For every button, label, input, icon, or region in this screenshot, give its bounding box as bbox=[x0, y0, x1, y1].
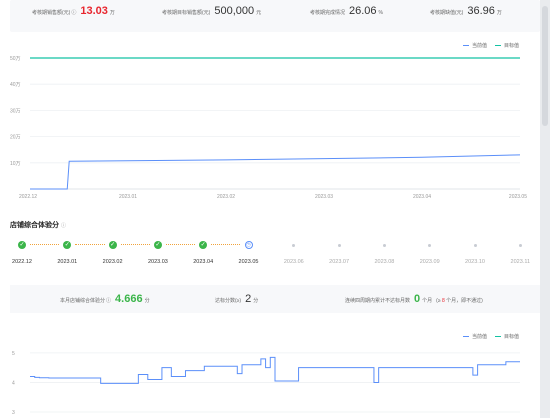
legend-target-label[interactable]: 目标值 bbox=[504, 333, 519, 340]
check-icon: ✓ bbox=[153, 241, 162, 249]
timeline-month-label[interactable]: 2022.12 bbox=[12, 259, 32, 265]
metrics-bar: 考核期销售额(元) ⓘ 13.03 万 考核期目标销售额(元) 500,000 … bbox=[10, 0, 540, 32]
timeline-month-label[interactable]: 2023.11 bbox=[511, 259, 530, 265]
metric-target-sales-unit: 元 bbox=[256, 10, 262, 16]
score-fail-note-suffix: 个月，即不通过) bbox=[446, 298, 483, 304]
metric-target-sales-label: 考核期目标销售额(元) bbox=[162, 10, 211, 16]
score-fail-note-prefix: (≥ bbox=[436, 298, 441, 304]
timeline-month-label[interactable]: 2023.07 bbox=[329, 259, 349, 265]
x-tick-label: 2023.03 bbox=[315, 194, 333, 200]
dot-icon bbox=[337, 244, 341, 247]
scrollbar-thumb[interactable] bbox=[542, 6, 548, 126]
y-tick-label: 3 bbox=[12, 410, 15, 416]
score-fail-label: 连续四周期内累计不达标月数 bbox=[345, 298, 411, 304]
sales-chart: 10万 20万 30万 40万 50万 2022.12 2023.01 2023.02 2023… bbox=[10, 56, 527, 200]
page: 考核期销售额(元) ⓘ 13.03 万 考核期目标销售额(元) 500,000 … bbox=[0, 0, 540, 418]
score-current-label: 本月店铺综合体验分 bbox=[60, 298, 106, 304]
score-fail-note: (≥ 8 个月，即不通过) bbox=[436, 297, 483, 304]
legend-target-swatch bbox=[495, 335, 502, 338]
score-current-unit: 分 bbox=[144, 298, 150, 304]
score-fail-value: 0 bbox=[414, 293, 421, 305]
legend-current-label[interactable]: 当前值 bbox=[472, 333, 487, 340]
metric-target-sales-value: 500,000 bbox=[214, 5, 255, 17]
timeline-month-label[interactable]: 2023.04 bbox=[193, 259, 213, 265]
x-tick-label: 2023.01 bbox=[119, 194, 137, 200]
section-title: 店铺综合体验分 ⓘ bbox=[10, 220, 66, 230]
score-pass: 达标分数(≥) 2 分 bbox=[215, 293, 258, 305]
metric-gap-label: 考核期缺值(元) bbox=[430, 10, 464, 16]
metric-sales-label: 考核期销售额(元) bbox=[32, 10, 71, 16]
clock-icon: ◷ bbox=[244, 241, 253, 249]
check-icon: ✓ bbox=[199, 241, 208, 249]
timeline-connector bbox=[30, 244, 60, 245]
timeline-connector bbox=[165, 244, 196, 245]
timeline-month-label[interactable]: 2023.09 bbox=[420, 259, 440, 265]
score-fail-months: 连续四周期内累计不达标月数 0 个月 (≥ 8 个月，即不通过) bbox=[345, 293, 483, 305]
y-tick-label: 10万 bbox=[10, 161, 21, 167]
current-score-line bbox=[30, 356, 520, 384]
metric-completion-value: 26.06 bbox=[349, 5, 377, 17]
section-title-text: 店铺综合体验分 bbox=[10, 222, 59, 229]
score-fail-unit: 个月 bbox=[422, 298, 433, 304]
legend-current-swatch bbox=[463, 335, 469, 338]
score-chart-legend: 当前值 目标值 bbox=[455, 333, 519, 340]
check-icon: ✓ bbox=[18, 241, 26, 249]
x-tick-label: 2023.04 bbox=[413, 194, 431, 200]
timeline-month-label[interactable]: 2023.05 bbox=[239, 259, 259, 265]
timeline-connector bbox=[211, 244, 241, 245]
metric-gap: 考核期缺值(元) 36.96 万 bbox=[430, 5, 502, 17]
metric-completion-label: 考核期完成情况 bbox=[310, 10, 346, 16]
score-fail-note-red: 8 bbox=[441, 298, 445, 304]
help-icon[interactable]: ⓘ bbox=[71, 9, 76, 16]
score-current: 本月店铺综合体验分 ⓘ 4.666 分 bbox=[60, 293, 150, 305]
metric-completion-unit: % bbox=[378, 10, 383, 16]
y-tick-label: 20万 bbox=[10, 135, 21, 141]
y-tick-label: 5 bbox=[12, 351, 15, 357]
check-icon: ✓ bbox=[63, 241, 72, 249]
dot-icon bbox=[518, 244, 522, 247]
dot-icon bbox=[382, 244, 386, 247]
metric-completion: 考核期完成情况 26.06 % bbox=[310, 5, 383, 17]
check-icon: ✓ bbox=[108, 241, 117, 249]
dot-icon bbox=[428, 244, 432, 247]
timeline-month-label[interactable]: 2023.03 bbox=[148, 259, 168, 265]
y-tick-label: 50万 bbox=[10, 56, 21, 62]
metric-gap-value: 36.96 bbox=[467, 5, 495, 17]
score-pass-value: 2 bbox=[245, 293, 252, 305]
help-icon[interactable]: ⓘ bbox=[106, 297, 111, 304]
y-tick-label: 30万 bbox=[10, 108, 21, 114]
metric-sales-value: 13.03 bbox=[80, 5, 108, 17]
x-tick-label: 2023.05 bbox=[509, 194, 527, 200]
x-tick-label: 2023.02 bbox=[217, 194, 235, 200]
page-scrollbar[interactable] bbox=[540, 0, 550, 418]
legend-target-swatch bbox=[495, 44, 502, 47]
help-icon[interactable]: ⓘ bbox=[61, 223, 66, 229]
score-current-value: 4.666 bbox=[115, 293, 143, 305]
score-chart: 3 4 5 bbox=[12, 351, 520, 416]
timeline-month-label[interactable]: 2023.08 bbox=[374, 259, 394, 265]
x-tick-label: 2022.12 bbox=[19, 194, 37, 200]
legend-current-swatch bbox=[463, 44, 469, 47]
y-tick-label: 40万 bbox=[10, 82, 21, 88]
current-value-line bbox=[30, 154, 521, 190]
metric-sales: 考核期销售额(元) ⓘ 13.03 万 bbox=[32, 5, 115, 17]
score-pass-unit: 分 bbox=[253, 298, 259, 304]
timeline-connector bbox=[120, 244, 150, 245]
score-summary: 本月店铺综合体验分 ⓘ 4.666 分 达标分数(≥) 2 分 连续四周期内累计… bbox=[10, 285, 540, 313]
dot-icon bbox=[473, 244, 477, 247]
metric-target-sales: 考核期目标销售额(元) 500,000 元 bbox=[162, 5, 261, 17]
metric-gap-unit: 万 bbox=[496, 10, 502, 16]
month-timeline: ✓ 2022.12 ✓ 2023.01 ✓ 2023.02 ✓ 2023.03 ✓ 2023.04… bbox=[10, 240, 540, 270]
timeline-month-label[interactable]: 2023.02 bbox=[103, 259, 123, 265]
timeline-month-label[interactable]: 2023.10 bbox=[465, 259, 485, 265]
dot-icon bbox=[292, 244, 296, 247]
metric-sales-unit: 万 bbox=[109, 10, 115, 16]
y-tick-label: 4 bbox=[12, 380, 15, 386]
score-pass-label: 达标分数(≥) bbox=[215, 298, 242, 304]
timeline-month-label[interactable]: 2023.01 bbox=[57, 259, 77, 265]
timeline-month-label[interactable]: 2023.06 bbox=[284, 259, 304, 265]
timeline-connector bbox=[75, 244, 105, 245]
